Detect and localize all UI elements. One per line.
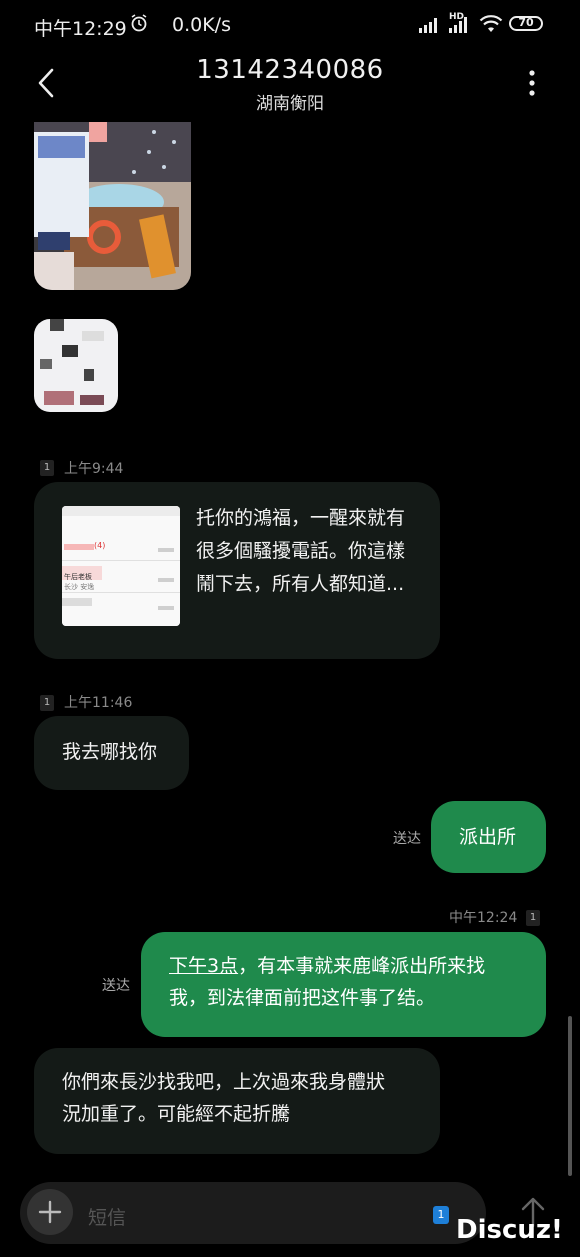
- alarm-icon: [131, 14, 147, 32]
- message-timestamp: 中午12:24: [449, 910, 518, 926]
- sim-indicator: 1: [40, 695, 54, 711]
- contact-phone-number: 13142340086: [196, 55, 384, 85]
- watermark: Discuz!: [456, 1215, 563, 1245]
- network-speed: 0.0K/s: [172, 14, 231, 36]
- message-text-segment: ，有本事就来鹿峰派出所来找: [238, 955, 486, 977]
- signal-icon-2: [449, 17, 467, 33]
- message-text-line: 你們來長沙找我吧，上次過來我身體狀: [62, 1071, 386, 1093]
- sim-indicator: 1: [40, 460, 54, 476]
- message-text-line: 托你的鴻福，一醒來就有: [196, 507, 406, 529]
- incoming-message-bubble[interactable]: 你們來長沙找我吧，上次過來我身體狀 況加重了。可能經不起折騰: [34, 1048, 440, 1154]
- message-text: 派出所: [459, 826, 517, 848]
- scrollbar[interactable]: [568, 1016, 572, 1176]
- message-timestamp: 上午11:46: [64, 695, 133, 711]
- sim-selector-badge[interactable]: 1: [433, 1206, 449, 1224]
- outgoing-message-bubble[interactable]: 派出所: [431, 801, 546, 873]
- status-time: 中午12:29: [34, 18, 127, 40]
- message-text: 下午3点，有本事就来鹿峰派出所来找 我，到法律面前把这件事了结。: [169, 950, 539, 1014]
- preview-text-c: 长沙 安逸: [64, 583, 95, 591]
- plus-icon: [38, 1200, 62, 1224]
- message-text-line: 況加重了。可能經不起折騰: [62, 1103, 291, 1125]
- message-text-line: 鬧下去，所有人都知道...: [196, 573, 405, 595]
- battery-icon: 70: [509, 16, 543, 31]
- delivery-status: 送达: [102, 978, 130, 994]
- delivery-status: 送达: [393, 831, 421, 847]
- message-text-line: 下午3点，有本事就来鹿峰派出所来找: [169, 950, 539, 982]
- image-illustration: [34, 122, 191, 290]
- image-attachment[interactable]: [34, 122, 191, 290]
- blurred-image: [34, 319, 118, 412]
- contact-location: 湖南衡阳: [256, 94, 324, 114]
- outgoing-message-bubble[interactable]: 下午3点，有本事就来鹿峰派出所来找 我，到法律面前把这件事了结。: [141, 932, 546, 1037]
- sim-indicator: 1: [526, 910, 540, 926]
- preview-text-a: (4): [94, 541, 106, 550]
- message-text: 我去哪找你: [62, 741, 158, 763]
- attach-button[interactable]: [27, 1189, 73, 1235]
- time-link[interactable]: 下午3点: [169, 955, 238, 977]
- battery-level: 70: [518, 16, 534, 29]
- image-attachment-2[interactable]: [34, 319, 118, 412]
- more-options-icon[interactable]: [522, 68, 542, 98]
- preview-text-b: 午后老板: [64, 573, 92, 581]
- message-input[interactable]: 短信: [88, 1203, 126, 1230]
- wifi-icon: [479, 15, 503, 32]
- incoming-message-bubble[interactable]: 我去哪找你: [34, 716, 189, 790]
- status-bar: 中午12:29 0.0K/s HD 70: [0, 0, 580, 50]
- message-text: 托你的鴻福，一醒來就有 很多個騷擾電話。你這樣 鬧下去，所有人都知道...: [196, 502, 405, 601]
- message-text: 你們來長沙找我吧，上次過來我身體狀 況加重了。可能經不起折騰: [62, 1066, 432, 1130]
- signal-icon: [419, 18, 437, 33]
- screenshot-preview[interactable]: (4) 午后老板 长沙 安逸: [62, 506, 180, 626]
- message-text-line: 很多個騷擾電話。你這樣: [196, 540, 406, 562]
- message-text-line: 我，到法律面前把这件事了结。: [169, 987, 436, 1009]
- preview-graphic: [62, 506, 180, 626]
- message-timestamp: 上午9:44: [64, 461, 124, 477]
